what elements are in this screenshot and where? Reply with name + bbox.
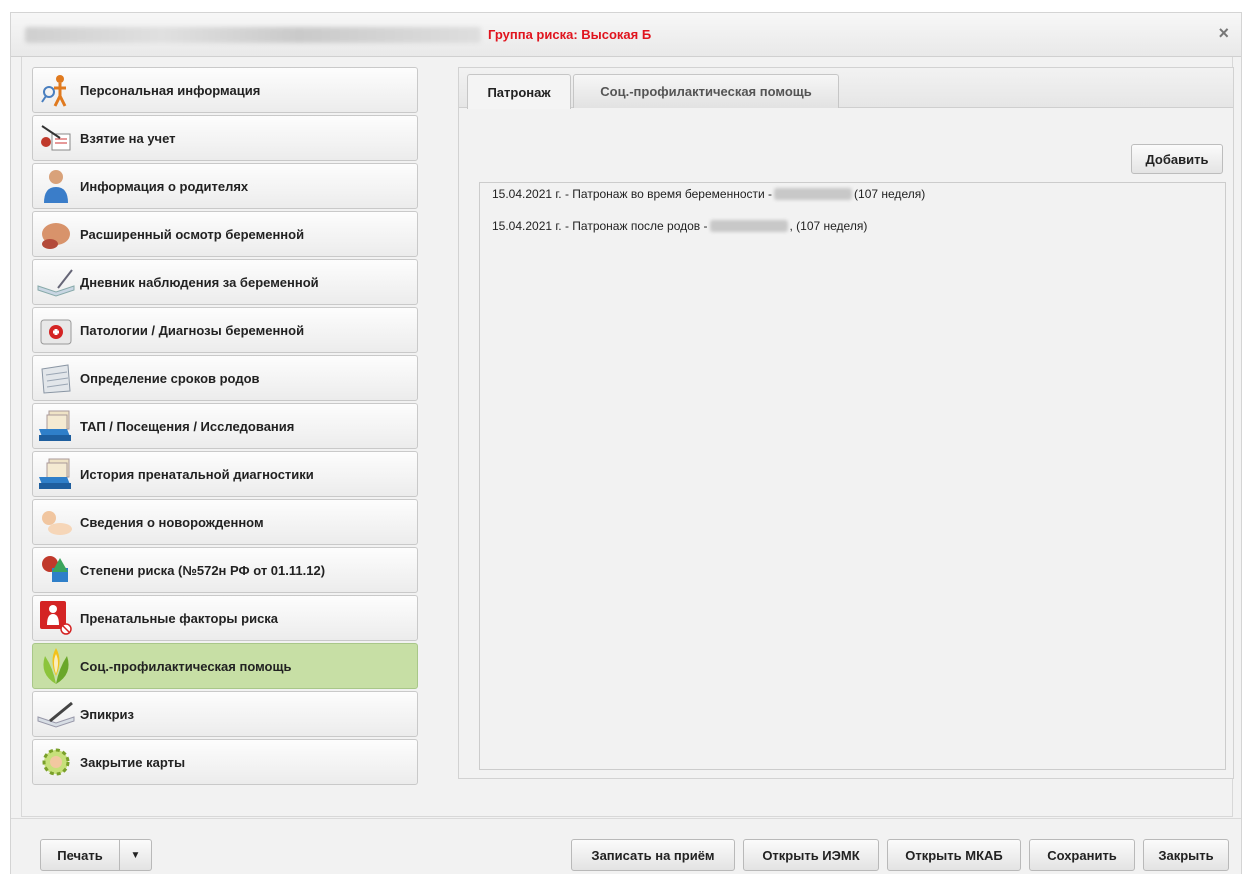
sidebar-item-risk-degree[interactable]: Степени риска (№572н РФ от 01.11.12) bbox=[32, 547, 418, 593]
parents-icon bbox=[36, 166, 76, 206]
sidebar-item-newborn[interactable]: Сведения о новорожденном bbox=[32, 499, 418, 545]
open-iemk-button[interactable]: Открыть ИЭМК bbox=[743, 839, 879, 871]
modal-window: Группа риска: Высокая Б × Персональная и… bbox=[10, 12, 1242, 874]
open-mkab-button[interactable]: Открыть МКАБ bbox=[887, 839, 1021, 871]
sidebar-item-tap-visits[interactable]: ТАП / Посещения / Исследования bbox=[32, 403, 418, 449]
sidebar-item-parents[interactable]: Информация о родителях bbox=[32, 163, 418, 209]
sidebar-item-pathology[interactable]: Патологии / Диагнозы беременной bbox=[32, 307, 418, 353]
prenatal-risk-icon bbox=[36, 598, 76, 638]
diary-icon bbox=[36, 262, 76, 302]
sidebar-item-label: Степени риска (№572н РФ от 01.11.12) bbox=[80, 562, 326, 578]
sidebar-item-prenatal-risk[interactable]: Пренатальные факторы риска bbox=[32, 595, 418, 641]
sidebar-item-label: ТАП / Посещения / Исследования bbox=[80, 418, 295, 434]
sidebar-item-label: Соц.-профилактическая помощь bbox=[80, 658, 292, 674]
records-list: 15.04.2021 г. - Патронаж во время береме… bbox=[479, 182, 1226, 770]
title-bar: Группа риска: Высокая Б × bbox=[11, 13, 1241, 57]
tab-strip: Патронаж Соц.-профилактическая помощь bbox=[459, 68, 1233, 109]
list-item[interactable]: 15.04.2021 г. - Патронаж во время береме… bbox=[492, 187, 925, 201]
add-button[interactable]: Добавить bbox=[1131, 144, 1223, 174]
sidebar-item-label: Сведения о новорожденном bbox=[80, 514, 264, 530]
sidebar-item-label: Патологии / Диагнозы беременной bbox=[80, 322, 305, 338]
person-info-icon bbox=[36, 70, 76, 110]
sidebar-item-epicrisis[interactable]: Эпикриз bbox=[32, 691, 418, 737]
sidebar-nav: Персональная информация Взятие на учет И… bbox=[32, 67, 418, 787]
redacted-name bbox=[774, 188, 853, 200]
sidebar-item-label: Закрытие карты bbox=[80, 754, 186, 770]
patient-name-redacted bbox=[25, 27, 481, 43]
sidebar-item-diary[interactable]: Дневник наблюдения за беременной bbox=[32, 259, 418, 305]
chevron-down-icon[interactable]: ▼ bbox=[120, 839, 152, 871]
sidebar-item-close-card[interactable]: Закрытие карты bbox=[32, 739, 418, 785]
cardfile-icon bbox=[36, 454, 76, 494]
sidebar-item-label: Персональная информация bbox=[80, 82, 261, 98]
redacted-name bbox=[709, 220, 788, 232]
sidebar-item-registration[interactable]: Взятие на учет bbox=[32, 115, 418, 161]
list-item[interactable]: 15.04.2021 г. - Патронаж после родов - ,… bbox=[492, 219, 867, 233]
calendar-icon bbox=[36, 358, 76, 398]
cardfile-icon bbox=[36, 406, 76, 446]
newborn-icon bbox=[36, 502, 76, 542]
sidebar-item-label: Дневник наблюдения за беременной bbox=[80, 274, 319, 290]
sidebar-item-extended-exam[interactable]: Расширенный осмотр беременной bbox=[32, 211, 418, 257]
record-week: , (107 неделя) bbox=[789, 219, 868, 233]
close-card-icon bbox=[36, 742, 76, 782]
print-button[interactable]: Печать bbox=[40, 839, 120, 871]
tab-patronage[interactable]: Патронаж bbox=[467, 74, 571, 109]
footer-toolbar: Печать ▼ Записать на приём Открыть ИЭМК … bbox=[11, 818, 1241, 874]
risk-icon bbox=[36, 550, 76, 590]
sidebar-item-due-date[interactable]: Определение сроков родов bbox=[32, 355, 418, 401]
registration-icon bbox=[36, 118, 76, 158]
sidebar-item-label: Пренатальные факторы риска bbox=[80, 610, 279, 626]
exam-icon bbox=[36, 214, 76, 254]
tab-social-help[interactable]: Соц.-профилактическая помощь bbox=[573, 74, 839, 108]
sidebar-item-label: Эпикриз bbox=[80, 706, 134, 722]
sidebar-item-label: Взятие на учет bbox=[80, 130, 176, 146]
record-text: 15.04.2021 г. - Патронаж во время береме… bbox=[492, 187, 773, 201]
make-appointment-button[interactable]: Записать на приём bbox=[571, 839, 735, 871]
risk-group-label: Группа риска: Высокая Б bbox=[488, 27, 652, 42]
record-text: 15.04.2021 г. - Патронаж после родов - bbox=[492, 219, 708, 233]
sidebar-item-label: Расширенный осмотр беременной bbox=[80, 226, 305, 242]
close-button[interactable]: Закрыть bbox=[1143, 839, 1229, 871]
content-area: Персональная информация Взятие на учет И… bbox=[21, 57, 1234, 817]
pen-icon bbox=[36, 694, 76, 734]
pathology-icon bbox=[36, 310, 76, 350]
sidebar-item-label: Определение сроков родов bbox=[80, 370, 260, 386]
sidebar-item-personal-info[interactable]: Персональная информация bbox=[32, 67, 418, 113]
sidebar-item-social-help[interactable]: Соц.-профилактическая помощь bbox=[32, 643, 418, 689]
detail-panel: Патронаж Соц.-профилактическая помощь До… bbox=[458, 67, 1234, 779]
save-button[interactable]: Сохранить bbox=[1029, 839, 1135, 871]
sidebar-item-prenatal-history[interactable]: История пренатальной диагностики bbox=[32, 451, 418, 497]
record-week: (107 неделя) bbox=[854, 187, 926, 201]
social-help-icon bbox=[36, 646, 76, 686]
sidebar-item-label: Информация о родителях bbox=[80, 178, 249, 194]
sidebar-item-label: История пренатальной диагностики bbox=[80, 466, 314, 482]
close-icon[interactable]: × bbox=[1218, 23, 1229, 44]
